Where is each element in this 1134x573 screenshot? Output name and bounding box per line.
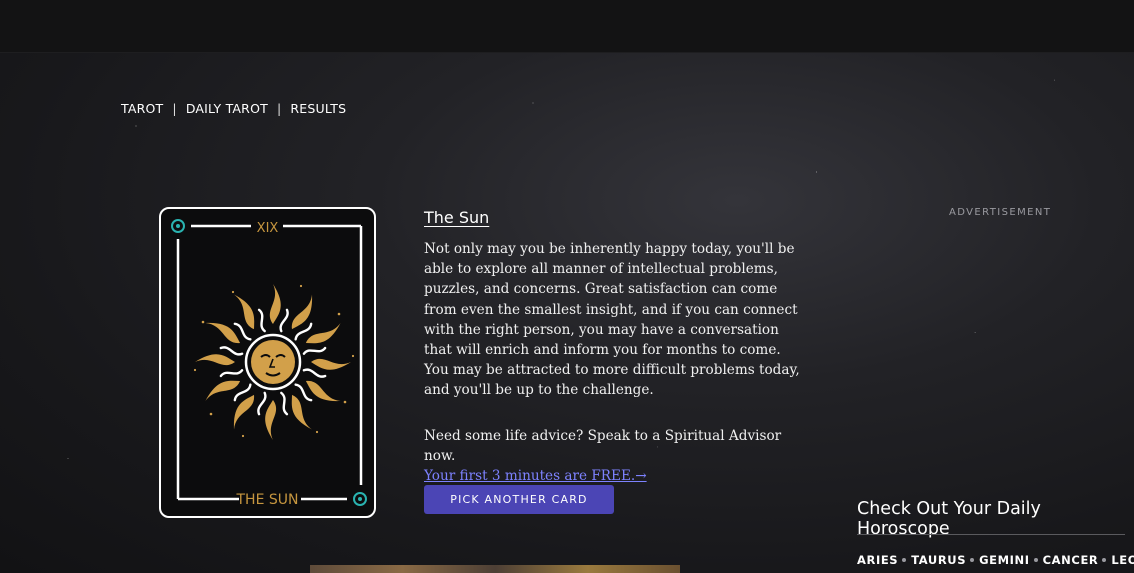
pick-another-card-button[interactable]: PICK ANOTHER CARD bbox=[424, 485, 614, 514]
divider bbox=[857, 534, 1125, 535]
sign-link-leo[interactable]: LEO bbox=[1111, 553, 1134, 567]
breadcrumb-daily-tarot[interactable]: DAILY TAROT bbox=[186, 101, 268, 116]
advisor-free-minutes-link[interactable]: Your first 3 minutes are FREE.→ bbox=[424, 468, 647, 484]
sign-link-taurus[interactable]: TAURUS bbox=[911, 553, 966, 567]
breadcrumb: TAROT | DAILY TAROT | RESULTS bbox=[121, 101, 346, 116]
horoscope-section-title: Check Out Your Daily Horoscope bbox=[857, 499, 1041, 539]
breadcrumb-tarot[interactable]: TAROT bbox=[121, 101, 163, 116]
advertisement-label: ADVERTISEMENT bbox=[949, 207, 1052, 218]
card-frame bbox=[171, 219, 367, 506]
card-title: The Sun bbox=[424, 208, 490, 227]
sign-link-cancer[interactable]: CANCER bbox=[1043, 553, 1099, 567]
advisor-promo-text: Need some life advice? Speak to a Spirit… bbox=[424, 428, 782, 464]
bullet-icon bbox=[970, 558, 975, 562]
card-name-label: THE SUN bbox=[236, 492, 299, 508]
sun-face-icon bbox=[193, 284, 355, 440]
bullet-icon bbox=[1102, 558, 1107, 562]
zodiac-sign-links: ARIES TAURUS GEMINI CANCER LEO bbox=[857, 553, 1134, 567]
advisor-promo: Need some life advice? Speak to a Spirit… bbox=[424, 426, 814, 486]
promo-banner-image[interactable] bbox=[310, 565, 680, 573]
breadcrumb-separator: | bbox=[276, 101, 282, 116]
top-nav-bar bbox=[0, 0, 1134, 53]
tarot-card: XIX THE SUN bbox=[159, 207, 376, 518]
sign-link-aries[interactable]: ARIES bbox=[857, 553, 898, 567]
bullet-icon bbox=[1033, 558, 1038, 562]
breadcrumb-separator: | bbox=[172, 101, 177, 116]
card-description: Not only may you be inherently happy tod… bbox=[424, 241, 800, 399]
card-numeral: XIX bbox=[256, 221, 279, 236]
bullet-icon bbox=[902, 558, 907, 562]
sign-link-gemini[interactable]: GEMINI bbox=[979, 553, 1030, 567]
breadcrumb-results[interactable]: RESULTS bbox=[290, 101, 346, 116]
